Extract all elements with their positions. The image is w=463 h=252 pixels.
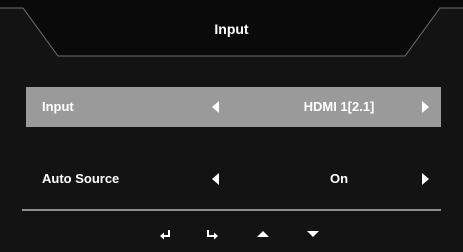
menu-row-label: Auto Source	[42, 171, 120, 186]
osd-menu: Input Input HDMI 1[2.1] Auto Source On	[0, 0, 463, 252]
menu-row-label: Input	[42, 99, 74, 114]
back-icon[interactable]	[157, 227, 173, 241]
enter-icon[interactable]	[205, 227, 221, 241]
down-arrow-icon[interactable]	[305, 227, 321, 241]
up-arrow-icon[interactable]	[255, 227, 271, 241]
right-arrow-icon[interactable]	[422, 101, 429, 113]
right-arrow-icon[interactable]	[422, 173, 429, 185]
menu-row-auto-source[interactable]: Auto Source On	[26, 159, 441, 199]
menu-row-value: HDMI 1[2.1]	[303, 99, 375, 114]
page-title: Input	[214, 21, 249, 37]
left-arrow-icon[interactable]	[212, 173, 219, 185]
divider	[22, 209, 441, 211]
menu-row-value: On	[329, 171, 349, 186]
menu-row-input[interactable]: Input HDMI 1[2.1]	[26, 87, 441, 127]
left-arrow-icon[interactable]	[212, 101, 219, 113]
